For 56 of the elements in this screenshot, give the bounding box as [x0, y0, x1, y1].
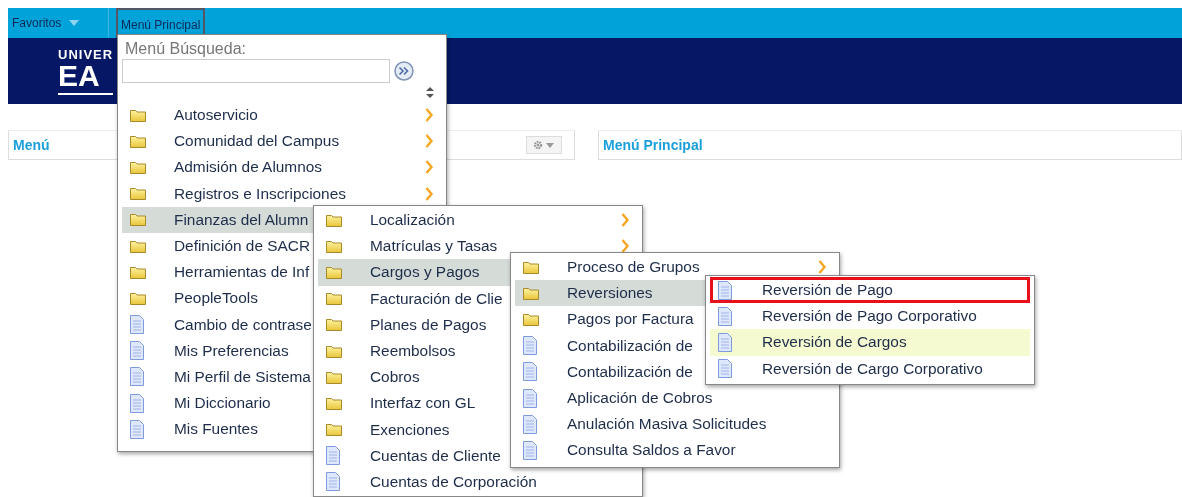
- logo: UNIVER EA: [58, 47, 114, 95]
- menu-item[interactable]: Aplicación de Cobros: [515, 384, 835, 412]
- document-icon: [718, 359, 732, 379]
- document-icon: [523, 336, 537, 356]
- document-icon: [718, 332, 732, 352]
- menu-item[interactable]: Comunidad del Campus: [122, 128, 442, 155]
- panel-title: Menú Principal: [603, 137, 703, 153]
- document-icon: [130, 341, 144, 361]
- folder-icon: [130, 108, 146, 122]
- folder-icon: [523, 312, 539, 326]
- go-button[interactable]: [394, 61, 414, 81]
- dropdown-caret-icon: [69, 20, 80, 26]
- document-icon: [130, 367, 144, 387]
- menu-item[interactable]: Reversión de Cargo Corporativo: [710, 355, 1030, 382]
- folder-icon: [130, 265, 146, 279]
- menu-item[interactable]: Anulación Masiva Solicitudes: [515, 411, 835, 438]
- double-chevron-icon: [394, 61, 414, 81]
- folder-icon: [326, 370, 342, 384]
- folder-icon: [130, 134, 146, 148]
- document-icon: [523, 388, 537, 408]
- sort-icon: [426, 87, 434, 98]
- menu-item[interactable]: Admisión de Alumnos: [122, 154, 442, 181]
- folder-icon: [326, 292, 342, 306]
- gear-dropdown-icon: [533, 140, 555, 150]
- document-icon: [326, 446, 340, 466]
- document-icon: [523, 414, 537, 434]
- folder-icon: [326, 265, 342, 279]
- settings-button[interactable]: [526, 136, 562, 154]
- folder-icon: [326, 213, 342, 227]
- document-icon: [326, 472, 340, 492]
- folder-icon: [130, 239, 146, 253]
- document-icon: [523, 440, 537, 460]
- folder-icon: [326, 318, 342, 332]
- search-field[interactable]: [122, 59, 390, 83]
- document-icon: [523, 362, 537, 382]
- panel-title: Menú: [13, 137, 50, 153]
- document-icon: [130, 393, 144, 413]
- menu-item[interactable]: Registros e Inscripciones: [122, 180, 442, 207]
- folder-icon: [326, 344, 342, 358]
- folder-icon: [130, 291, 146, 305]
- search-label: Menú Búsqueda:: [124, 39, 247, 58]
- folder-icon: [130, 160, 146, 174]
- menu-item[interactable]: Reversión de Cargos: [710, 329, 1030, 356]
- folder-icon: [326, 396, 342, 410]
- folder-icon: [326, 239, 342, 253]
- folder-icon: [326, 423, 342, 437]
- menu-item[interactable]: Autoservicio: [122, 102, 442, 129]
- folder-icon: [130, 213, 146, 227]
- document-icon: [718, 306, 732, 326]
- menu-item[interactable]: Cuentas de Corporación: [318, 468, 638, 496]
- document-icon: [718, 280, 732, 300]
- document-icon: [130, 315, 144, 335]
- document-icon: [130, 419, 144, 439]
- folder-icon: [523, 260, 539, 274]
- menu-item[interactable]: Consulta Saldos a Favor: [515, 437, 835, 464]
- folder-icon: [130, 187, 146, 201]
